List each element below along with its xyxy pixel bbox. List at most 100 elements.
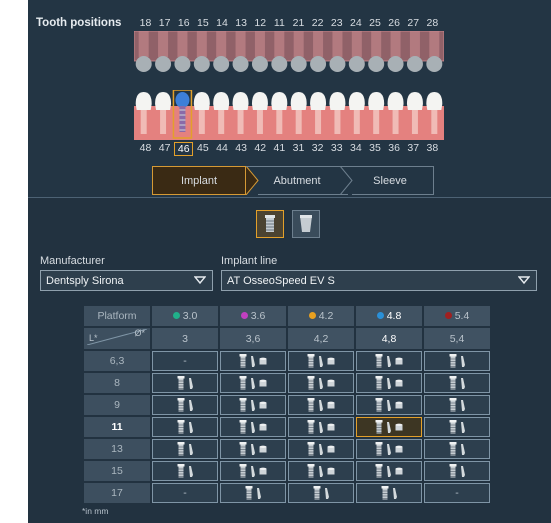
size-cell[interactable] <box>356 373 422 393</box>
size-cell[interactable] <box>356 439 422 459</box>
size-cell[interactable] <box>288 351 354 371</box>
tooth-number-16[interactable]: 16 <box>174 17 193 29</box>
size-cell[interactable] <box>424 439 490 459</box>
size-cell[interactable] <box>356 351 422 371</box>
length-11[interactable]: 11 <box>84 417 150 437</box>
size-cell[interactable] <box>152 461 218 481</box>
tooth-number-23[interactable]: 23 <box>327 17 346 29</box>
upper-jaw-image[interactable] <box>134 31 444 75</box>
tooth-number-14[interactable]: 14 <box>213 17 232 29</box>
tooth-number-13[interactable]: 13 <box>232 17 251 29</box>
tooth-number-31[interactable]: 31 <box>289 142 308 156</box>
implant-icon <box>375 354 383 368</box>
tooth-number-34[interactable]: 34 <box>346 142 365 156</box>
size-cell[interactable] <box>220 461 286 481</box>
tooth-number-18[interactable]: 18 <box>136 17 155 29</box>
size-cell[interactable] <box>288 461 354 481</box>
tooth-number-33[interactable]: 33 <box>327 142 346 156</box>
size-cell[interactable] <box>356 395 422 415</box>
component-icons <box>425 462 489 480</box>
size-cell[interactable] <box>220 351 286 371</box>
tooth-number-35[interactable]: 35 <box>366 142 385 156</box>
size-cell[interactable] <box>288 439 354 459</box>
tooth-number-12[interactable]: 12 <box>251 17 270 29</box>
platform-3.0[interactable]: 3.0 <box>152 306 218 326</box>
platform-3.6[interactable]: 3.6 <box>220 306 286 326</box>
component-icons <box>221 374 285 392</box>
platform-4.2[interactable]: 4.2 <box>288 306 354 326</box>
size-cell[interactable] <box>424 417 490 437</box>
length-13[interactable]: 13 <box>84 439 150 459</box>
length-9[interactable]: 9 <box>84 395 150 415</box>
implant-line-select[interactable]: AT OsseoSpeed EV S <box>221 270 537 291</box>
diameter-5,4: 5,4 <box>424 328 490 349</box>
tooth-number-44[interactable]: 44 <box>213 142 232 156</box>
lower-jaw-image[interactable] <box>134 90 444 140</box>
size-cell[interactable] <box>356 483 422 503</box>
size-cell[interactable] <box>288 417 354 437</box>
tooth-number-21[interactable]: 21 <box>289 17 308 29</box>
tab-sleeve[interactable]: Sleeve <box>348 166 432 195</box>
size-cell[interactable] <box>152 417 218 437</box>
size-cell[interactable] <box>356 417 422 437</box>
tooth-number-47[interactable]: 47 <box>155 142 174 156</box>
tooth-number-36[interactable]: 36 <box>385 142 404 156</box>
tooth-number-43[interactable]: 43 <box>232 142 251 156</box>
tooth-number-11[interactable]: 11 <box>270 17 289 29</box>
tooth-number-42[interactable]: 42 <box>251 142 270 156</box>
tapered-implant-toggle[interactable] <box>292 210 320 238</box>
tooth-number-26[interactable]: 26 <box>385 17 404 29</box>
straight-implant-toggle[interactable] <box>256 210 284 238</box>
tooth-number-24[interactable]: 24 <box>346 17 365 29</box>
tooth-number-28[interactable]: 28 <box>423 17 442 29</box>
length-6,3[interactable]: 6,3 <box>84 351 150 371</box>
size-cell[interactable] <box>152 373 218 393</box>
size-cell[interactable] <box>424 373 490 393</box>
size-cell[interactable] <box>220 483 286 503</box>
manufacturer-select[interactable]: Dentsply Sirona <box>40 270 213 291</box>
implant-icon <box>177 420 184 434</box>
size-cell[interactable] <box>220 417 286 437</box>
tooth-number-46[interactable]: 46 <box>174 142 194 156</box>
size-cell[interactable] <box>288 373 354 393</box>
tooth-number-15[interactable]: 15 <box>193 17 212 29</box>
length-17[interactable]: 17 <box>84 483 150 503</box>
size-cell[interactable] <box>220 395 286 415</box>
tooth-number-41[interactable]: 41 <box>270 142 289 156</box>
tab-abutment[interactable]: Abutment <box>246 166 348 195</box>
abutment-icon <box>319 422 323 433</box>
size-cell[interactable] <box>424 351 490 371</box>
tooth-number-37[interactable]: 37 <box>404 142 423 156</box>
size-cell[interactable] <box>220 439 286 459</box>
size-cell[interactable] <box>288 483 354 503</box>
size-cell[interactable] <box>356 461 422 481</box>
abutment-icon <box>460 400 465 411</box>
platform-5.4[interactable]: 5.4 <box>424 306 490 326</box>
size-cell[interactable] <box>424 461 490 481</box>
tooth-number-27[interactable]: 27 <box>404 17 423 29</box>
size-cell[interactable] <box>220 373 286 393</box>
length-15[interactable]: 15 <box>84 461 150 481</box>
tooth-positions-label: Tooth positions <box>36 17 122 29</box>
size-cell[interactable] <box>152 439 218 459</box>
abutment-icon <box>251 356 255 367</box>
component-icons <box>221 440 285 458</box>
tooth-number-45[interactable]: 45 <box>193 142 212 156</box>
tooth-number-48[interactable]: 48 <box>136 142 155 156</box>
size-cell[interactable] <box>288 395 354 415</box>
implant-icon <box>375 398 383 412</box>
tooth-number-22[interactable]: 22 <box>308 17 327 29</box>
size-cell[interactable] <box>152 395 218 415</box>
abutment-icon <box>460 444 465 455</box>
tooth-number-25[interactable]: 25 <box>366 17 385 29</box>
abutment-icon <box>251 400 255 411</box>
size-cell[interactable] <box>424 395 490 415</box>
component-icons <box>289 352 353 370</box>
tooth-number-17[interactable]: 17 <box>155 17 174 29</box>
tooth-number-32[interactable]: 32 <box>308 142 327 156</box>
tooth-number-38[interactable]: 38 <box>423 142 442 156</box>
abutment-icon <box>460 378 465 389</box>
tab-implant[interactable]: Implant <box>152 166 246 195</box>
length-8[interactable]: 8 <box>84 373 150 393</box>
platform-4.8[interactable]: 4.8 <box>356 306 422 326</box>
